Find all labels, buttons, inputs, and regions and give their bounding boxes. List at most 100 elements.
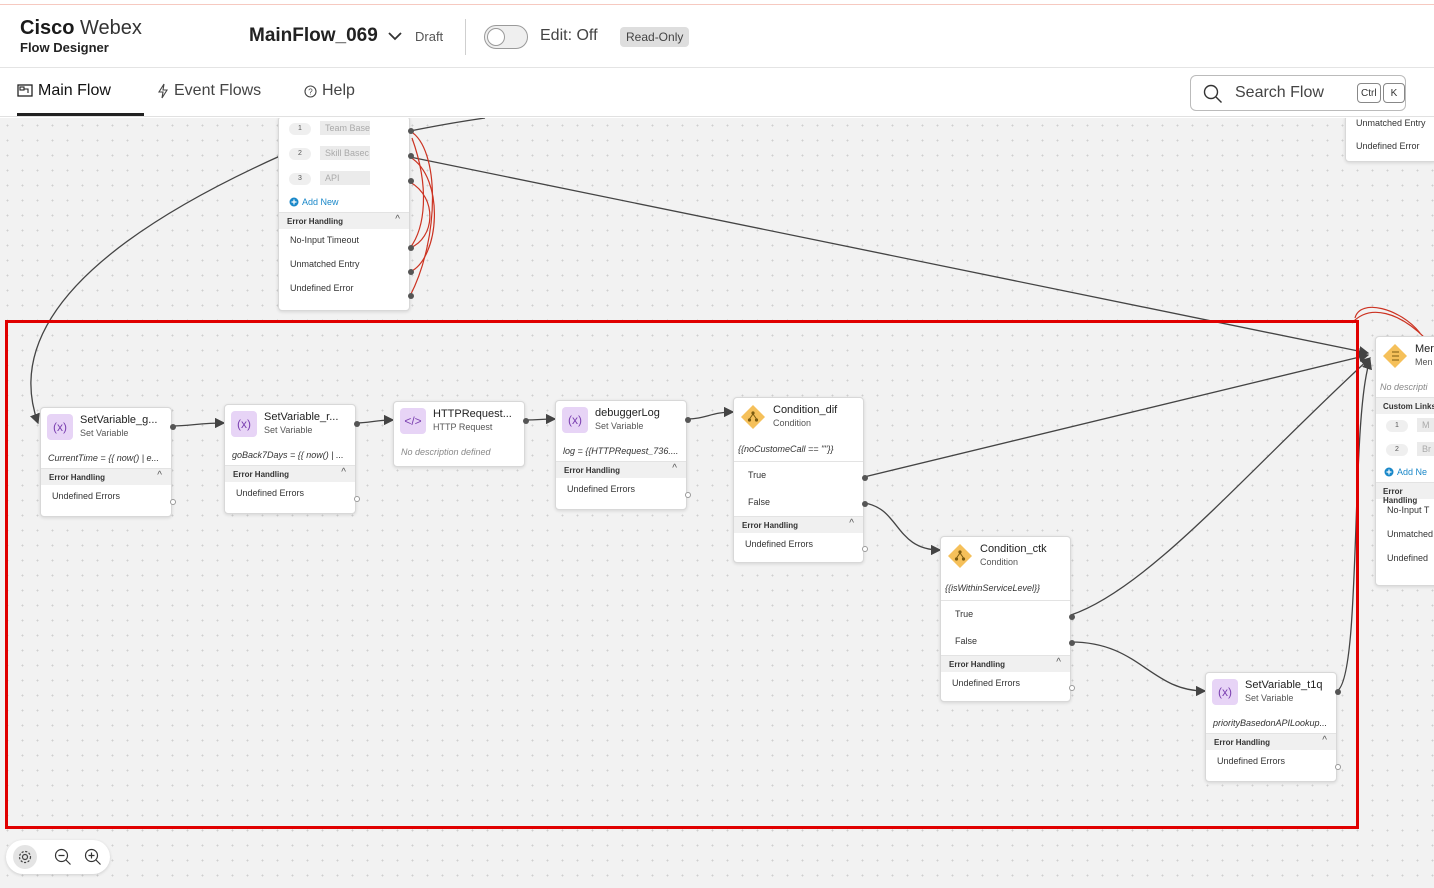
zoom-out-icon bbox=[54, 848, 71, 865]
node-type: Set Variable bbox=[264, 425, 313, 435]
error-row: Undefined bbox=[1387, 553, 1429, 563]
active-tab-indicator bbox=[17, 113, 144, 116]
node-title: debuggerLog bbox=[595, 407, 660, 419]
node-description: log = {{HTTPRequest_736.... bbox=[563, 446, 679, 456]
flow-name-dropdown[interactable]: MainFlow_069 bbox=[249, 25, 404, 47]
error-row: Undefined Errors bbox=[1217, 756, 1286, 766]
node-type: HTTP Request bbox=[433, 422, 493, 432]
flow-canvas[interactable]: 1 Team Base 2 Skill Basec 3 API Add New Err… bbox=[0, 118, 1434, 888]
edge-t1q-to-menu bbox=[1336, 358, 1372, 692]
plus-circle-icon bbox=[1384, 467, 1394, 477]
variable-icon: (x) bbox=[1212, 679, 1238, 705]
error-handling-header[interactable]: Error Handling ^ bbox=[734, 516, 863, 533]
custom-link-3[interactable]: 3 API bbox=[279, 167, 409, 192]
node-type: Set Variable bbox=[595, 421, 644, 431]
error-row: Unmatched bbox=[1387, 529, 1434, 539]
error-row: No-Input T bbox=[1387, 505, 1430, 515]
edge-left-loop bbox=[30, 155, 281, 425]
error-handling-header[interactable]: Error Handling ^ bbox=[1206, 733, 1336, 750]
search-label: Search Flow bbox=[1235, 84, 1324, 101]
condition-icon bbox=[740, 404, 766, 430]
error-handling-header[interactable]: Error Handling ^ bbox=[225, 465, 355, 482]
error-handling-header[interactable]: Error Handling ^ bbox=[941, 655, 1070, 672]
error-row: Undefined Error bbox=[1356, 141, 1420, 151]
node-type: Condition bbox=[773, 418, 812, 428]
node-setvariable-g[interactable]: (x) SetVariable_g... Set Variable Curren… bbox=[40, 407, 176, 517]
error-row: Undefined Error bbox=[290, 283, 354, 293]
add-new-link[interactable]: Add Ne bbox=[1376, 462, 1434, 482]
error-row: Undefined Errors bbox=[52, 491, 121, 501]
read-only-badge: Read-Only bbox=[620, 27, 690, 47]
node-menu[interactable]: Mer Men No descripti Custom Links 1M 2 Br… bbox=[1375, 336, 1434, 586]
node-title: SetVariable_g... bbox=[80, 414, 158, 426]
error-row: Undefined Errors bbox=[745, 539, 814, 549]
gear-icon bbox=[18, 850, 32, 864]
error-row: Unmatched Entry bbox=[290, 259, 360, 269]
tab-bar: Main Flow Event Flows ? Help Search Flow… bbox=[0, 69, 1434, 117]
shortcut-ctrl: Ctrl bbox=[1357, 83, 1381, 103]
edge-ctk-true-to-menu bbox=[1070, 357, 1371, 616]
error-row: Undefined Errors bbox=[952, 678, 1021, 688]
plus-circle-icon bbox=[289, 197, 299, 207]
flow-icon bbox=[17, 84, 33, 97]
node-debugger-log[interactable]: (x) debuggerLog Set Variable log = {{HTT… bbox=[555, 400, 691, 510]
menu-node-top[interactable]: 1 Team Base 2 Skill Basec 3 API Add New Err… bbox=[278, 118, 414, 311]
code-icon: </> bbox=[400, 408, 426, 434]
tab-main-flow[interactable]: Main Flow bbox=[17, 82, 111, 100]
node-condition-ctk[interactable]: Condition_ctk Condition {{isWithinServic… bbox=[940, 536, 1075, 702]
custom-links-header: Custom Links bbox=[1376, 397, 1434, 414]
node-top-right[interactable]: Unmatched Entry Undefined Error bbox=[1345, 118, 1434, 162]
node-description: {{noCustomeCall == ""}} bbox=[734, 438, 863, 462]
brand-subtitle: Flow Designer bbox=[20, 40, 109, 55]
branch-true: True bbox=[955, 609, 974, 619]
branch-false: False bbox=[748, 497, 771, 507]
node-setvariable-t1q[interactable]: (x) SetVariable_t1q Set Variable priorit… bbox=[1205, 672, 1341, 782]
custom-link-1[interactable]: 1 Team Base bbox=[279, 118, 409, 142]
edit-label: Edit: Off bbox=[540, 27, 598, 44]
settings-button[interactable] bbox=[13, 845, 37, 869]
custom-link-2[interactable]: 2 Br bbox=[1376, 438, 1434, 462]
add-new-link[interactable]: Add New bbox=[279, 192, 409, 212]
shortcut-k: K bbox=[1383, 83, 1405, 103]
custom-link-2[interactable]: 2 Skill Basec bbox=[279, 142, 409, 167]
edge-top-link bbox=[409, 118, 486, 132]
node-type: Men bbox=[1415, 357, 1433, 367]
zoom-in-button[interactable] bbox=[81, 845, 105, 869]
node-title: Condition_ctk bbox=[980, 543, 1047, 555]
zoom-out-button[interactable] bbox=[51, 845, 75, 869]
error-handling-header[interactable]: Error Handling ^ bbox=[279, 212, 409, 229]
flow-status: Draft bbox=[415, 29, 444, 44]
node-setvariable-r[interactable]: (x) SetVariable_r... Set Variable goBack… bbox=[224, 404, 360, 514]
chevron-down-icon bbox=[388, 32, 402, 41]
node-title: SetVariable_t1q bbox=[1245, 679, 1323, 691]
app-header: Cisco Webex Flow Designer MainFlow_069 D… bbox=[0, 5, 1434, 68]
tab-event-flows[interactable]: Event Flows bbox=[157, 82, 261, 100]
flow-name: MainFlow_069 bbox=[249, 25, 378, 46]
node-http-request[interactable]: </> HTTPRequest... HTTP Request No descr… bbox=[393, 401, 529, 467]
zoom-toolbar bbox=[6, 840, 110, 874]
edge-dbg-to-cond bbox=[686, 406, 735, 420]
error-handling-header[interactable]: Error Handling ^ bbox=[556, 461, 686, 478]
divider bbox=[465, 19, 466, 55]
node-title: Condition_dif bbox=[773, 404, 838, 416]
edge-true-to-menu bbox=[863, 352, 1370, 478]
node-title: HTTPRequest... bbox=[433, 408, 512, 420]
red-error-edges bbox=[409, 130, 1426, 339]
node-description: {{isWithinServiceLevel}} bbox=[941, 577, 1070, 601]
error-handling-header[interactable]: Error Handling ^ bbox=[41, 468, 171, 485]
tab-help[interactable]: ? Help bbox=[304, 82, 355, 100]
node-description: No description defined bbox=[401, 447, 491, 457]
search-flow-input[interactable]: Search Flow Ctrl K bbox=[1190, 75, 1406, 111]
node-description: No descripti bbox=[1380, 382, 1428, 392]
condition-icon bbox=[947, 543, 973, 569]
error-row: Undefined Errors bbox=[567, 484, 636, 494]
edge-svr-to-http bbox=[354, 414, 395, 426]
edit-toggle[interactable] bbox=[484, 25, 528, 49]
node-condition-dif[interactable]: Condition_dif Condition {{noCustomeCall … bbox=[733, 397, 868, 563]
variable-icon: (x) bbox=[47, 414, 73, 440]
edge-false-to-ctk bbox=[863, 502, 942, 556]
svg-text:?: ? bbox=[308, 87, 313, 96]
custom-link-1[interactable]: 1M bbox=[1376, 414, 1434, 438]
error-handling-header[interactable]: Error Handling bbox=[1376, 482, 1434, 505]
variable-icon: (x) bbox=[562, 407, 588, 433]
